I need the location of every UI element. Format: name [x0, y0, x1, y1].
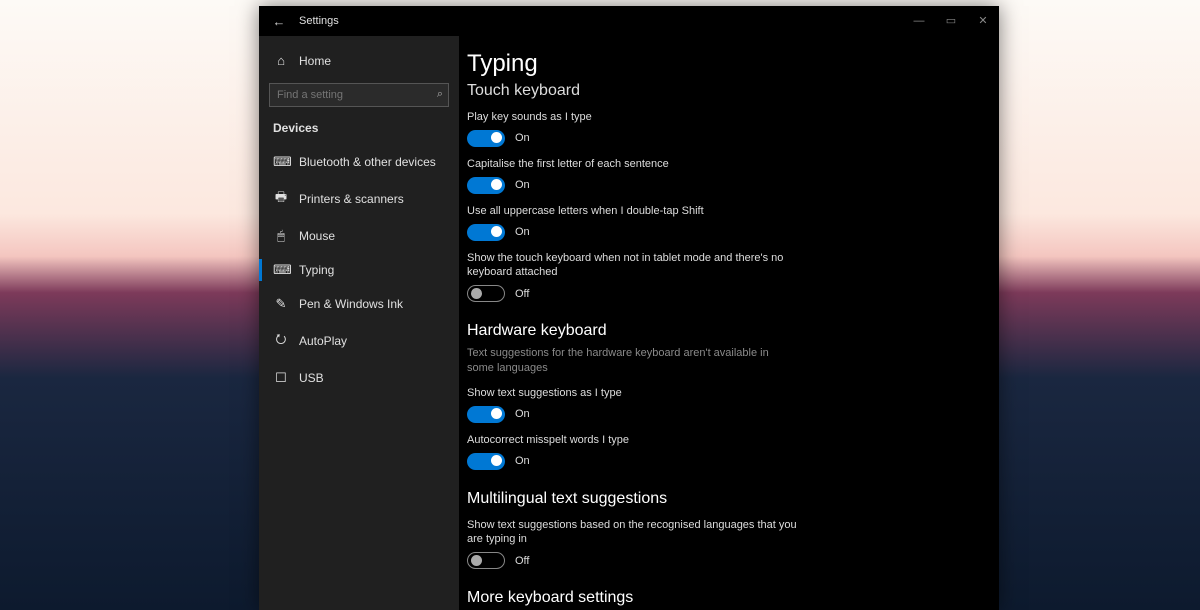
sidebar-icon: ⌨ — [273, 154, 289, 170]
group-description: Text suggestions for the hardware keyboa… — [467, 346, 797, 376]
setting-row: Capitalise the first letter of each sent… — [467, 157, 999, 194]
setting-label: Capitalise the first letter of each sent… — [467, 157, 797, 172]
toggle-state-label: On — [515, 455, 530, 467]
toggle-switch[interactable] — [467, 406, 505, 423]
sidebar-item-label: USB — [299, 371, 324, 385]
sidebar-item-label: Typing — [299, 263, 334, 277]
sidebar-item-mouse[interactable]: 🖱 Mouse — [259, 219, 459, 253]
setting-row: Use all uppercase letters when I double-… — [467, 204, 999, 241]
toggle-state-label: On — [515, 408, 530, 420]
sidebar-item-pen-windows-ink[interactable]: ✎ Pen & Windows Ink — [259, 287, 459, 321]
sidebar-icon: 🖶 — [273, 188, 289, 210]
sidebar-icon: ☐ — [273, 370, 289, 386]
window-controls: — ▭ ✕ — [903, 6, 999, 36]
sidebar-item-label: Printers & scanners — [299, 192, 404, 206]
home-nav[interactable]: ⌂ Home — [259, 44, 459, 77]
toggle-state-label: Off — [515, 288, 529, 300]
search-input[interactable] — [269, 83, 449, 107]
settings-window: ← Settings — ▭ ✕ ⌂ Home ⌕ Devices ⌨ Bluet… — [259, 6, 999, 610]
search-wrap: ⌕ — [269, 83, 449, 107]
home-icon: ⌂ — [273, 53, 289, 68]
toggle-switch[interactable] — [467, 130, 505, 147]
sidebar-item-label: AutoPlay — [299, 334, 347, 348]
home-label: Home — [299, 54, 331, 68]
toggle-knob — [491, 408, 502, 419]
setting-row: Autocorrect misspelt words I type On — [467, 433, 999, 470]
window-title: Settings — [299, 15, 339, 27]
group-heading: Hardware keyboard — [467, 322, 999, 340]
toggle-state-label: On — [515, 132, 530, 144]
setting-label: Show the touch keyboard when not in tabl… — [467, 251, 797, 281]
setting-label: Play key sounds as I type — [467, 110, 797, 125]
setting-label: Show text suggestions based on the recog… — [467, 518, 797, 548]
maximize-button[interactable]: ▭ — [935, 6, 967, 36]
page-title: Typing — [467, 50, 999, 78]
toggle-switch[interactable] — [467, 552, 505, 569]
sidebar-section-heading: Devices — [259, 117, 459, 145]
toggle-knob — [491, 179, 502, 190]
sidebar-icon: ⌨ — [273, 262, 289, 278]
group-heading: Multilingual text suggestions — [467, 490, 999, 508]
toggle-knob — [491, 132, 502, 143]
sidebar-item-label: Mouse — [299, 229, 335, 243]
sidebar-item-typing[interactable]: ⌨ Typing — [259, 253, 459, 287]
setting-label: Autocorrect misspelt words I type — [467, 433, 797, 448]
setting-row: Show the touch keyboard when not in tabl… — [467, 251, 999, 303]
content-panel[interactable]: Typing Touch keyboard Play key sounds as … — [459, 36, 999, 610]
toggle-state-label: Off — [515, 555, 529, 567]
setting-label: Show text suggestions as I type — [467, 386, 797, 401]
close-button[interactable]: ✕ — [967, 6, 999, 36]
setting-row: Show text suggestions based on the recog… — [467, 518, 999, 570]
toggle-switch[interactable] — [467, 177, 505, 194]
window-body: ⌂ Home ⌕ Devices ⌨ Bluetooth & other devi… — [259, 36, 999, 610]
setting-label: Use all uppercase letters when I double-… — [467, 204, 797, 219]
setting-row: Show text suggestions as I type On — [467, 386, 999, 423]
sidebar-item-autoplay[interactable]: ⭮ AutoPlay — [259, 321, 459, 361]
toggle-state-label: On — [515, 226, 530, 238]
toggle-switch[interactable] — [467, 285, 505, 302]
toggle-knob — [471, 288, 482, 299]
search-icon: ⌕ — [437, 88, 443, 101]
sidebar-item-usb[interactable]: ☐ USB — [259, 361, 459, 395]
more-settings-heading: More keyboard settings — [467, 589, 999, 607]
sidebar-item-bluetooth-other-devices[interactable]: ⌨ Bluetooth & other devices — [259, 145, 459, 179]
toggle-switch[interactable] — [467, 224, 505, 241]
sidebar-icon: ✎ — [273, 296, 289, 312]
toggle-state-label: On — [515, 179, 530, 191]
sidebar-icon: 🖱 — [273, 228, 289, 244]
sidebar-item-label: Bluetooth & other devices — [299, 155, 436, 169]
minimize-button[interactable]: — — [903, 6, 935, 36]
sidebar-icon: ⭮ — [273, 330, 289, 352]
titlebar: ← Settings — ▭ ✕ — [259, 6, 999, 36]
toggle-knob — [491, 455, 502, 466]
sidebar: ⌂ Home ⌕ Devices ⌨ Bluetooth & other devi… — [259, 36, 459, 610]
back-button[interactable]: ← — [259, 14, 299, 29]
toggle-knob — [491, 226, 502, 237]
sidebar-item-printers-scanners[interactable]: 🖶 Printers & scanners — [259, 179, 459, 219]
setting-row: Play key sounds as I type On — [467, 110, 999, 147]
group-heading: Touch keyboard — [467, 82, 999, 100]
toggle-switch[interactable] — [467, 453, 505, 470]
sidebar-item-label: Pen & Windows Ink — [299, 297, 403, 311]
toggle-knob — [471, 555, 482, 566]
